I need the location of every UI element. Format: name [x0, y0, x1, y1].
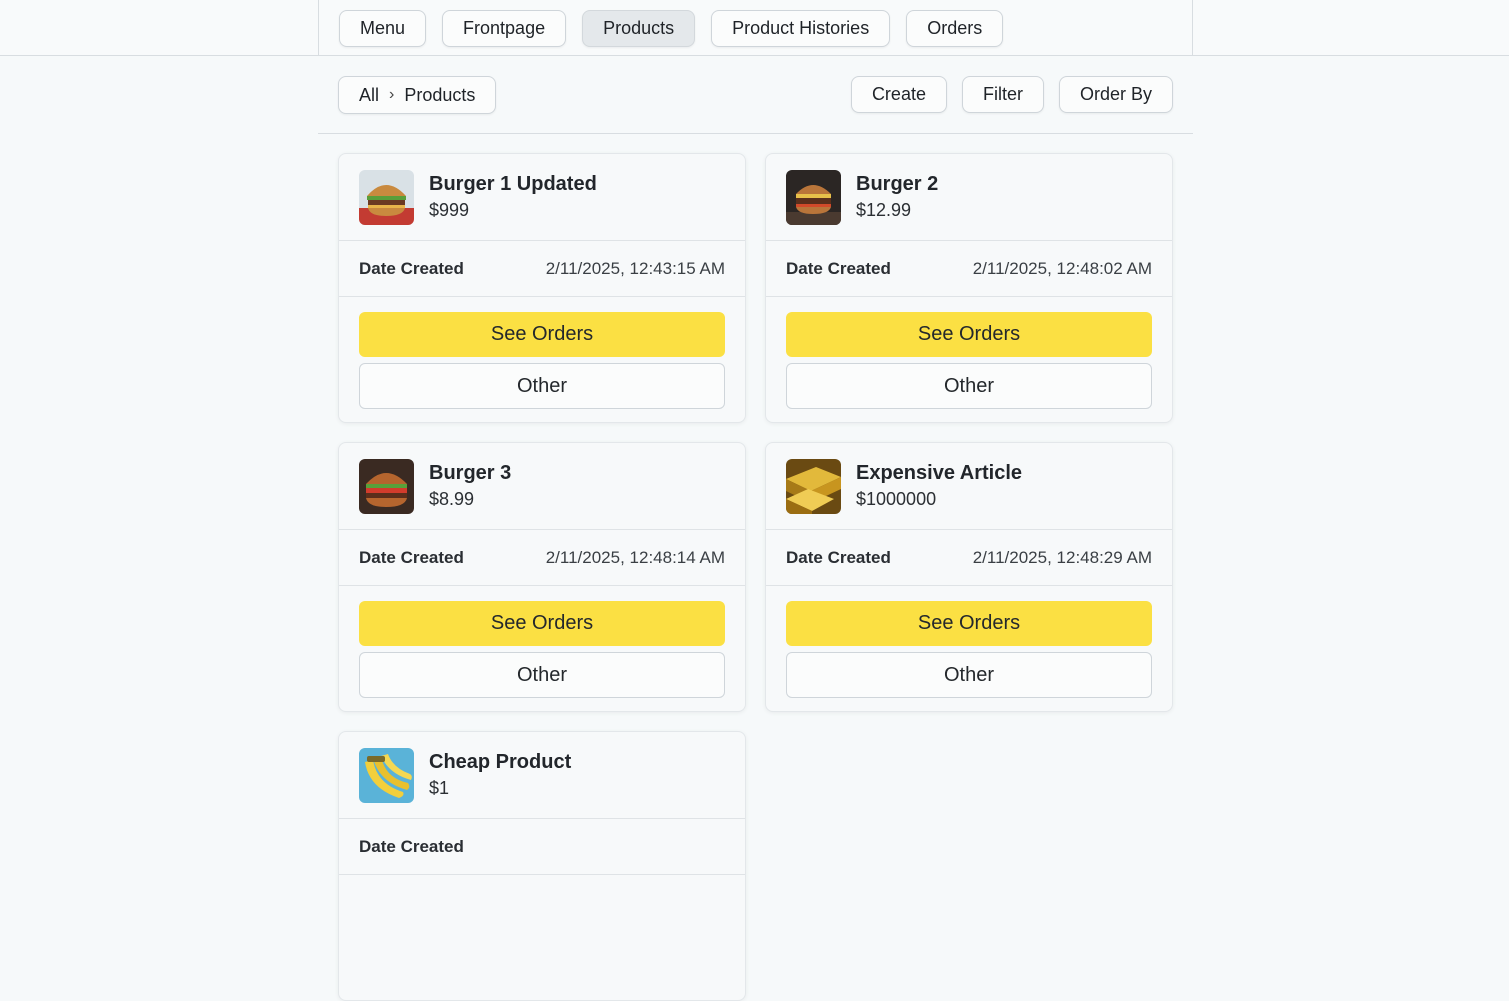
breadcrumb[interactable]: All › Products: [338, 76, 497, 114]
breadcrumb-root[interactable]: All: [359, 85, 379, 106]
burger-image: [786, 169, 841, 225]
toolbar-actions: Create Filter Order By: [850, 76, 1173, 113]
date-created-label: Date Created: [786, 547, 891, 567]
other-button[interactable]: Other: [786, 652, 1152, 698]
date-created-value: 2/11/2025, 12:48:14 AM: [545, 547, 725, 567]
product-card-header: Burger 1 Updated $999: [339, 154, 745, 241]
see-orders-button[interactable]: See Orders: [359, 601, 725, 646]
burger-image: [359, 169, 414, 225]
gold-bars-image: [786, 458, 841, 514]
date-created-label: Date Created: [359, 547, 464, 567]
order-by-button[interactable]: Order By: [1058, 76, 1173, 113]
other-button[interactable]: Other: [359, 363, 725, 409]
product-name[interactable]: Burger 2: [856, 171, 938, 197]
burger-image: [359, 458, 414, 514]
see-orders-button[interactable]: See Orders: [359, 312, 725, 357]
chevron-right-icon: ›: [389, 86, 395, 103]
product-meta-row: Date Created 2/11/2025, 12:48:02 AM: [766, 241, 1172, 297]
product-card: Burger 2 $12.99 Date Created 2/11/2025, …: [765, 153, 1173, 423]
product-actions: See Orders Other: [766, 297, 1172, 409]
product-name[interactable]: Burger 1 Updated: [429, 171, 597, 197]
product-actions: See Orders Other: [766, 586, 1172, 698]
date-created-label: Date Created: [359, 836, 464, 856]
date-created-value: 2/11/2025, 12:48:29 AM: [972, 547, 1152, 567]
nav-menu-button[interactable]: Menu: [339, 9, 427, 47]
product-name[interactable]: Burger 3: [429, 460, 511, 486]
product-card: Burger 3 $8.99 Date Created 2/11/2025, 1…: [338, 442, 746, 712]
product-price: $1: [429, 778, 450, 798]
product-meta-row: Date Created: [339, 819, 745, 875]
product-card-header: Burger 3 $8.99: [339, 443, 745, 530]
product-actions: See Orders Other: [339, 297, 745, 409]
product-price: $8.99: [429, 489, 475, 509]
product-meta-row: Date Created 2/11/2025, 12:43:15 AM: [339, 241, 745, 297]
product-card: Cheap Product $1 Date Created: [338, 731, 746, 1001]
product-card: Burger 1 Updated $999 Date Created 2/11/…: [338, 153, 746, 423]
create-button[interactable]: Create: [850, 76, 947, 113]
product-info: Burger 3 $8.99: [429, 460, 511, 512]
nav-product-histories-button[interactable]: Product Histories: [711, 9, 891, 47]
other-button[interactable]: Other: [786, 363, 1152, 409]
product-info: Burger 1 Updated $999: [429, 171, 597, 223]
product-grid: Burger 1 Updated $999 Date Created 2/11/…: [338, 153, 1174, 1001]
filter-button[interactable]: Filter: [961, 76, 1044, 113]
product-name[interactable]: Cheap Product: [429, 749, 571, 775]
product-card-header: Burger 2 $12.99: [766, 154, 1172, 241]
see-orders-button[interactable]: See Orders: [786, 601, 1152, 646]
date-created-value: 2/11/2025, 12:48:02 AM: [972, 258, 1152, 278]
nav-frontpage-button[interactable]: Frontpage: [442, 9, 567, 47]
date-created-label: Date Created: [786, 258, 891, 278]
other-button[interactable]: Other: [359, 652, 725, 698]
product-price: $999: [429, 200, 470, 220]
product-card-header: Cheap Product $1: [339, 732, 745, 819]
see-orders-button[interactable]: See Orders: [786, 312, 1152, 357]
nav-products-button[interactable]: Products: [582, 9, 696, 47]
nav-orders-button[interactable]: Orders: [906, 9, 1004, 47]
product-meta-row: Date Created 2/11/2025, 12:48:14 AM: [339, 530, 745, 586]
product-info: Burger 2 $12.99: [856, 171, 938, 223]
product-price: $12.99: [856, 200, 912, 220]
product-card: Expensive Article $1000000 Date Created …: [765, 442, 1173, 712]
product-card-header: Expensive Article $1000000: [766, 443, 1172, 530]
product-actions: See Orders Other: [339, 586, 745, 698]
nav-bar: Menu Frontpage Products Product Historie…: [318, 0, 1193, 56]
page-toolbar: All › Products Create Filter Order By: [318, 56, 1193, 134]
product-info: Expensive Article $1000000: [856, 460, 1022, 512]
bananas-image: [359, 747, 414, 803]
top-navigation: Menu Frontpage Products Product Historie…: [0, 0, 1509, 56]
product-meta-row: Date Created 2/11/2025, 12:48:29 AM: [766, 530, 1172, 586]
product-price: $1000000: [856, 489, 937, 509]
product-name[interactable]: Expensive Article: [856, 460, 1022, 486]
date-created-value: 2/11/2025, 12:43:15 AM: [545, 258, 725, 278]
product-info: Cheap Product $1: [429, 749, 571, 801]
date-created-label: Date Created: [359, 258, 464, 278]
breadcrumb-current: Products: [404, 84, 476, 105]
